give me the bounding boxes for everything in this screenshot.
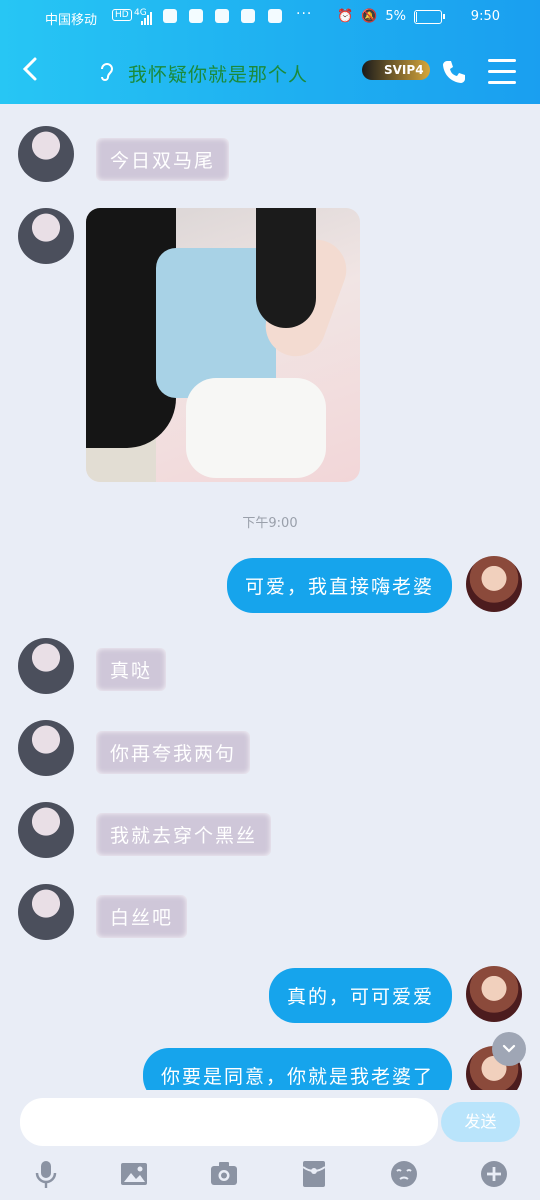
battery-fill — [416, 11, 417, 22]
alarm-icon: ⏰ — [337, 9, 354, 24]
photo-detail — [186, 378, 326, 478]
my-avatar[interactable] — [466, 966, 522, 1022]
red-packet-icon[interactable] — [298, 1158, 330, 1190]
incoming-message[interactable]: 今日双马尾 — [96, 138, 230, 181]
camera-icon[interactable] — [208, 1158, 240, 1190]
app-notification-icon — [189, 9, 204, 23]
app-notification-icon — [163, 9, 177, 23]
message-input[interactable] — [20, 1098, 438, 1146]
image-icon[interactable] — [118, 1158, 150, 1190]
outgoing-message[interactable]: 真的，可可爱爱 — [268, 968, 452, 1023]
photo-detail — [256, 208, 316, 328]
scroll-down-button[interactable] — [492, 1032, 526, 1066]
friend-avatar[interactable] — [18, 208, 74, 264]
friend-avatar[interactable] — [18, 720, 74, 776]
menu-icon[interactable] — [488, 59, 516, 92]
incoming-message[interactable]: 真哒 — [96, 648, 167, 691]
signal-icon — [141, 10, 153, 25]
incoming-message[interactable]: 白丝吧 — [96, 895, 188, 938]
app-notification-icon — [267, 9, 282, 23]
emoji-icon[interactable] — [388, 1158, 420, 1190]
hd-badge: HD — [112, 9, 132, 21]
app-notification-icon — [241, 9, 256, 23]
mute-icon: 🔕 — [361, 9, 378, 24]
carrier-label: 中国移动 — [45, 13, 98, 28]
friend-avatar[interactable] — [18, 126, 74, 182]
message-timestamp: 下午9:00 — [242, 516, 298, 531]
status-bar: 中国移动 HD 4G ··· ⏰ 🔕 5% 9:50 — [0, 0, 540, 36]
clock: 9:50 — [470, 9, 500, 24]
my-avatar[interactable] — [466, 556, 522, 612]
plus-icon[interactable] — [478, 1158, 510, 1190]
friend-avatar[interactable] — [18, 802, 74, 858]
battery-icon — [414, 9, 445, 24]
chat-header: 我怀疑你就是那个人 SVIP4 — [0, 40, 540, 100]
friend-avatar[interactable] — [18, 638, 74, 694]
incoming-message[interactable]: 你再夸我两句 — [96, 731, 251, 774]
input-bar: 发送 — [0, 1090, 540, 1200]
phone-icon[interactable] — [440, 58, 468, 86]
outgoing-message[interactable]: 可爱，我直接嗨老婆 — [226, 558, 452, 613]
chevron-left-icon[interactable] — [16, 54, 46, 84]
notification-icons — [163, 9, 290, 27]
friend-avatar[interactable] — [18, 884, 74, 940]
top-bar: 中国移动 HD 4G ··· ⏰ 🔕 5% 9:50 我怀疑你就是那个人 SVI… — [0, 0, 540, 104]
send-button[interactable]: 发送 — [441, 1102, 520, 1142]
battery-percent: 5% — [385, 9, 406, 24]
incoming-message[interactable]: 我就去穿个黑丝 — [96, 813, 272, 856]
microphone-icon[interactable] — [30, 1158, 62, 1190]
incoming-photo[interactable] — [86, 208, 360, 482]
chat-title[interactable]: 我怀疑你就是那个人 — [128, 60, 308, 87]
more-notifications-icon: ··· — [296, 6, 313, 22]
app-notification-icon — [215, 9, 230, 23]
svip-badge: SVIP4 — [362, 60, 430, 80]
ear-icon[interactable] — [96, 60, 118, 82]
